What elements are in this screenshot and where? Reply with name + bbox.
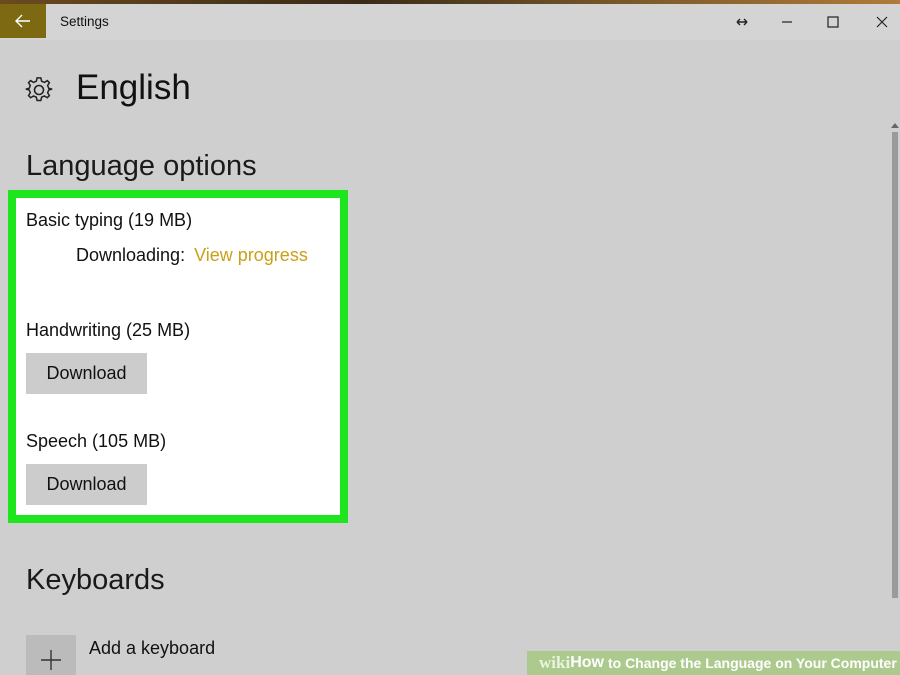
minimize-button[interactable] — [775, 12, 799, 32]
maximize-icon — [827, 16, 839, 28]
arrow-left-icon — [15, 14, 30, 28]
add-keyboard-button[interactable] — [26, 635, 76, 675]
handwriting-download-button[interactable]: Download — [26, 353, 147, 394]
plus-icon — [41, 650, 61, 670]
speech-label: Speech (105 MB) — [26, 431, 167, 451]
close-icon — [876, 16, 888, 28]
window-title: Settings — [60, 14, 109, 29]
basic-typing-label: Basic typing (19 MB) — [26, 210, 193, 230]
downloading-label: Downloading: — [76, 245, 186, 265]
minimize-icon — [782, 21, 792, 23]
add-keyboard-label[interactable]: Add a keyboard — [89, 638, 215, 659]
resize-icon — [736, 18, 748, 26]
scrollbar-thumb[interactable] — [892, 132, 898, 598]
back-button[interactable] — [0, 4, 46, 38]
vertical-scrollbar[interactable] — [890, 118, 900, 598]
maximize-button[interactable] — [821, 12, 845, 32]
gear-icon — [25, 77, 53, 102]
keyboards-heading: Keyboards — [26, 564, 165, 596]
wikihow-watermark: wiki How to Change the Language on Your … — [527, 651, 900, 675]
view-progress-link[interactable]: View progress — [194, 245, 308, 265]
watermark-wiki: wiki — [539, 653, 571, 672]
resize-button[interactable] — [730, 12, 754, 32]
page-title: English — [76, 68, 191, 107]
title-bar: Settings — [0, 4, 900, 40]
close-button[interactable] — [870, 12, 894, 32]
download-status: Downloading: View progress — [76, 245, 308, 266]
handwriting-label: Handwriting (25 MB) — [26, 320, 191, 340]
speech-download-button[interactable]: Download — [26, 464, 147, 505]
scroll-up-arrow-icon[interactable] — [890, 118, 900, 132]
watermark-text: to Change the Language on Your Computer — [607, 655, 897, 671]
watermark-how: How — [570, 654, 604, 671]
language-options-heading: Language options — [26, 150, 257, 182]
